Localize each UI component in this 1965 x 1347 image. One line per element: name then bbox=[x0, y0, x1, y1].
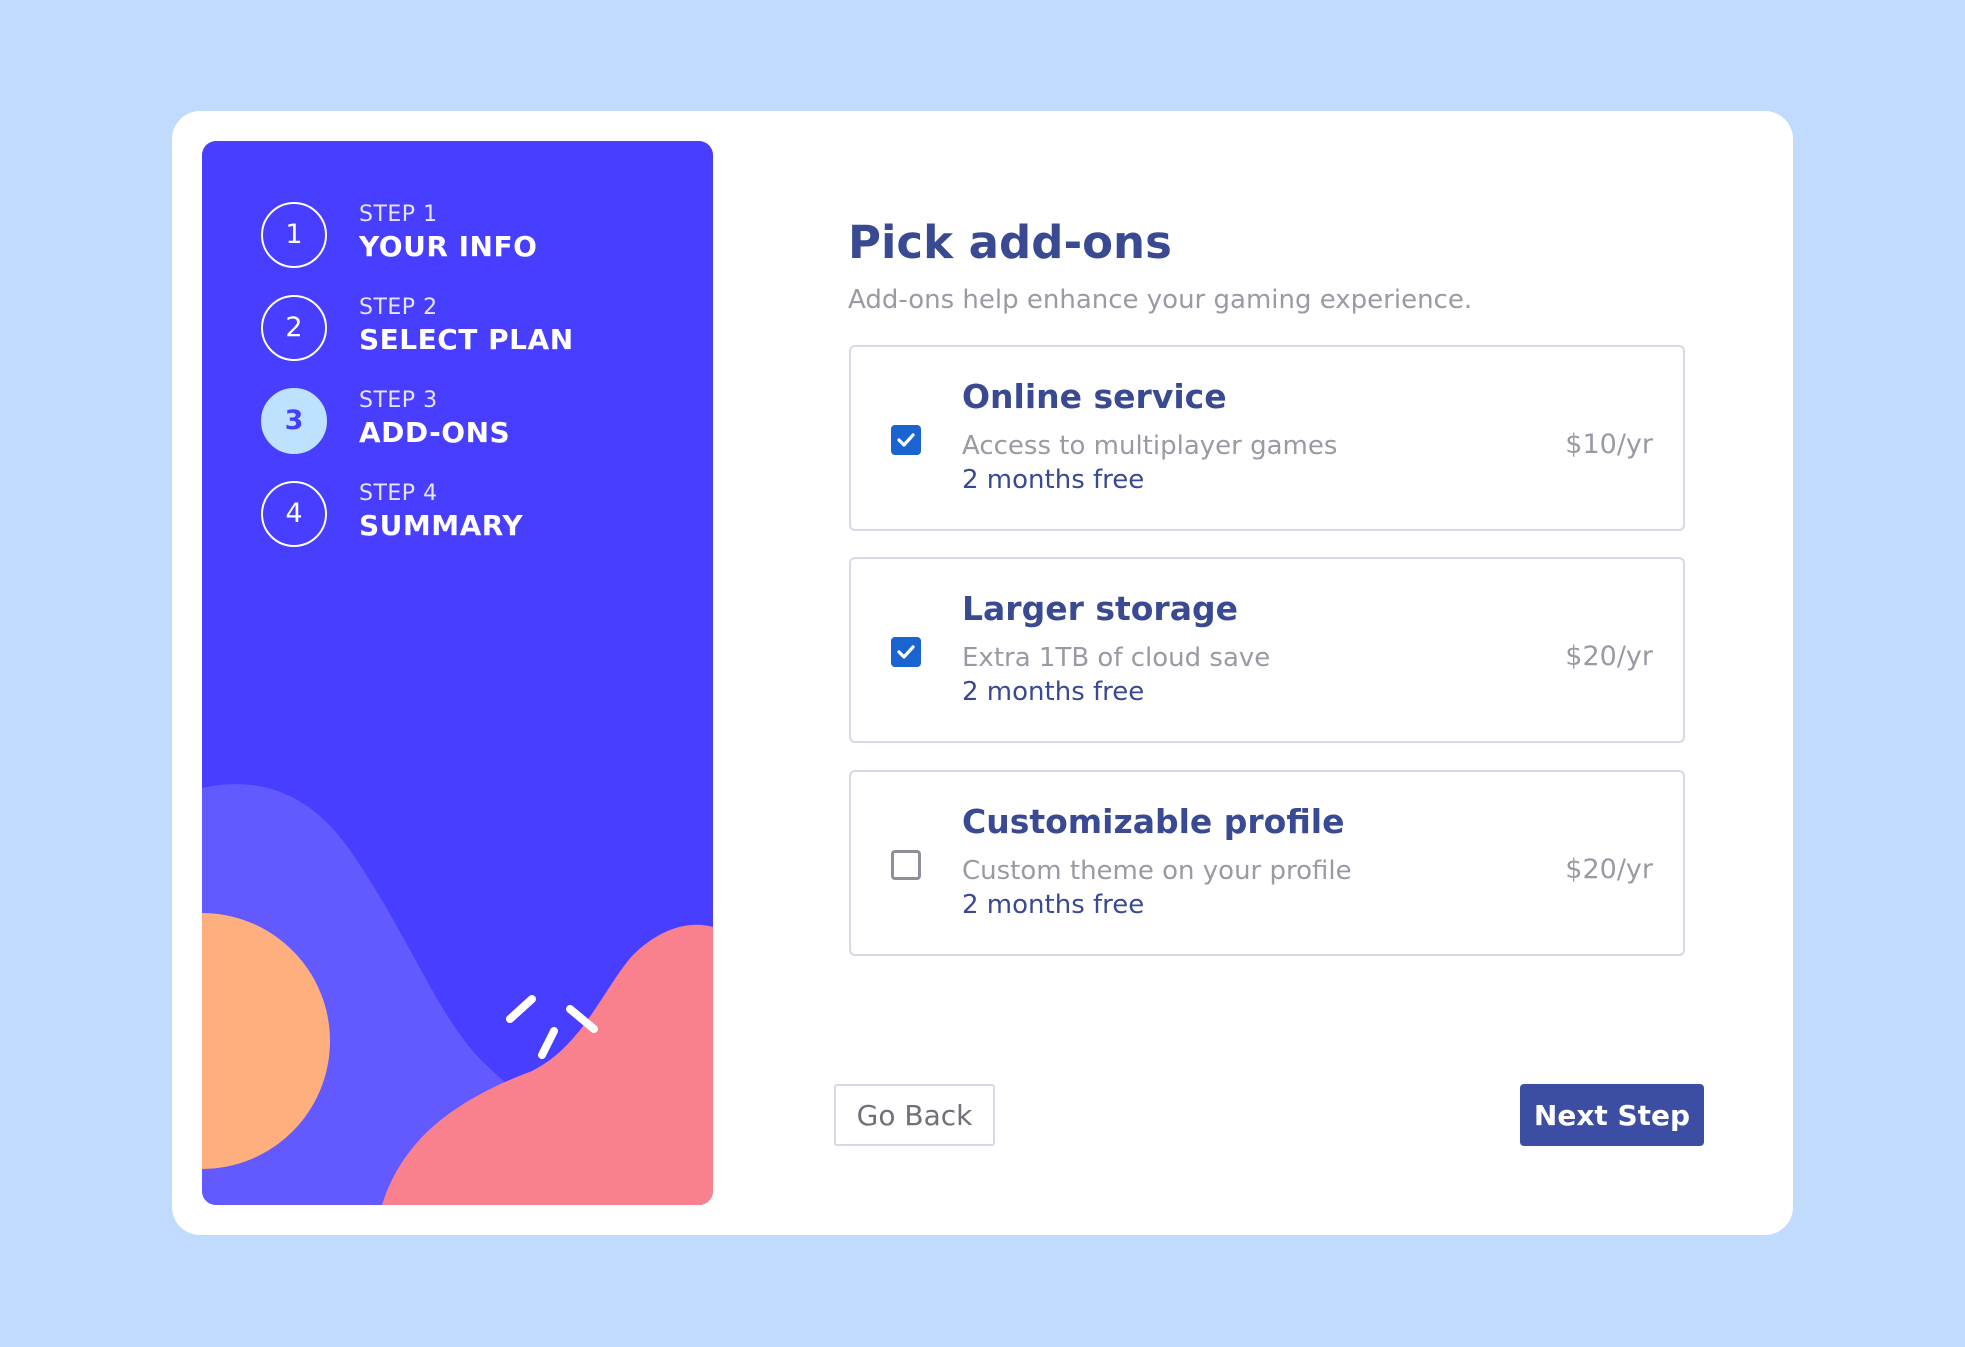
step-number-badge: 4 bbox=[261, 481, 327, 547]
step-title: ADD-ONS bbox=[359, 416, 511, 449]
addon-name: Larger storage bbox=[962, 589, 1238, 628]
addon-card-online-service[interactable]: Online service Access to multiplayer gam… bbox=[849, 345, 1685, 531]
go-back-button[interactable]: Go Back bbox=[834, 1084, 995, 1146]
step-title: SELECT PLAN bbox=[359, 323, 574, 356]
next-step-button[interactable]: Next Step bbox=[1520, 1084, 1704, 1146]
addon-checkbox[interactable] bbox=[891, 425, 921, 455]
addon-card-customizable-profile[interactable]: Customizable profile Custom theme on you… bbox=[849, 770, 1685, 956]
addon-description: Custom theme on your profile bbox=[962, 856, 1352, 886]
step-item-3: 3 STEP 3 ADD-ONS bbox=[261, 388, 681, 454]
addon-description: Access to multiplayer games bbox=[962, 431, 1338, 461]
page-title: Pick add-ons bbox=[848, 216, 1172, 269]
addon-name: Online service bbox=[962, 377, 1227, 416]
addon-description: Extra 1TB of cloud save bbox=[962, 643, 1271, 673]
addon-promo: 2 months free bbox=[962, 465, 1145, 495]
step-number-badge: 1 bbox=[261, 202, 327, 268]
step-item-2: 2 STEP 2 SELECT PLAN bbox=[261, 295, 681, 361]
step-label: STEP 3 bbox=[359, 388, 438, 413]
page-subtitle: Add-ons help enhance your gaming experie… bbox=[848, 285, 1473, 315]
addon-price: $20/yr bbox=[1565, 854, 1653, 885]
addon-price: $20/yr bbox=[1565, 641, 1653, 672]
step-sidebar: 1 STEP 1 YOUR INFO 2 STEP 2 SELECT PLAN … bbox=[202, 141, 713, 1205]
form-card: 1 STEP 1 YOUR INFO 2 STEP 2 SELECT PLAN … bbox=[172, 111, 1793, 1235]
step-title: SUMMARY bbox=[359, 509, 524, 542]
addon-card-larger-storage[interactable]: Larger storage Extra 1TB of cloud save 2… bbox=[849, 557, 1685, 743]
checkmark-icon bbox=[897, 645, 915, 659]
addon-name: Customizable profile bbox=[962, 802, 1345, 841]
addon-checkbox[interactable] bbox=[891, 850, 921, 880]
step-title: YOUR INFO bbox=[359, 230, 538, 263]
step-item-1: 1 STEP 1 YOUR INFO bbox=[261, 202, 681, 268]
addon-checkbox[interactable] bbox=[891, 637, 921, 667]
step-label: STEP 2 bbox=[359, 295, 438, 320]
addon-price: $10/yr bbox=[1565, 429, 1653, 460]
step-label: STEP 4 bbox=[359, 481, 438, 506]
checkmark-icon bbox=[897, 433, 915, 447]
addon-promo: 2 months free bbox=[962, 677, 1145, 707]
step-number-badge: 2 bbox=[261, 295, 327, 361]
step-item-4: 4 STEP 4 SUMMARY bbox=[261, 481, 681, 547]
step-label: STEP 1 bbox=[359, 202, 438, 227]
step-number-badge: 3 bbox=[261, 388, 327, 454]
addon-promo: 2 months free bbox=[962, 890, 1145, 920]
